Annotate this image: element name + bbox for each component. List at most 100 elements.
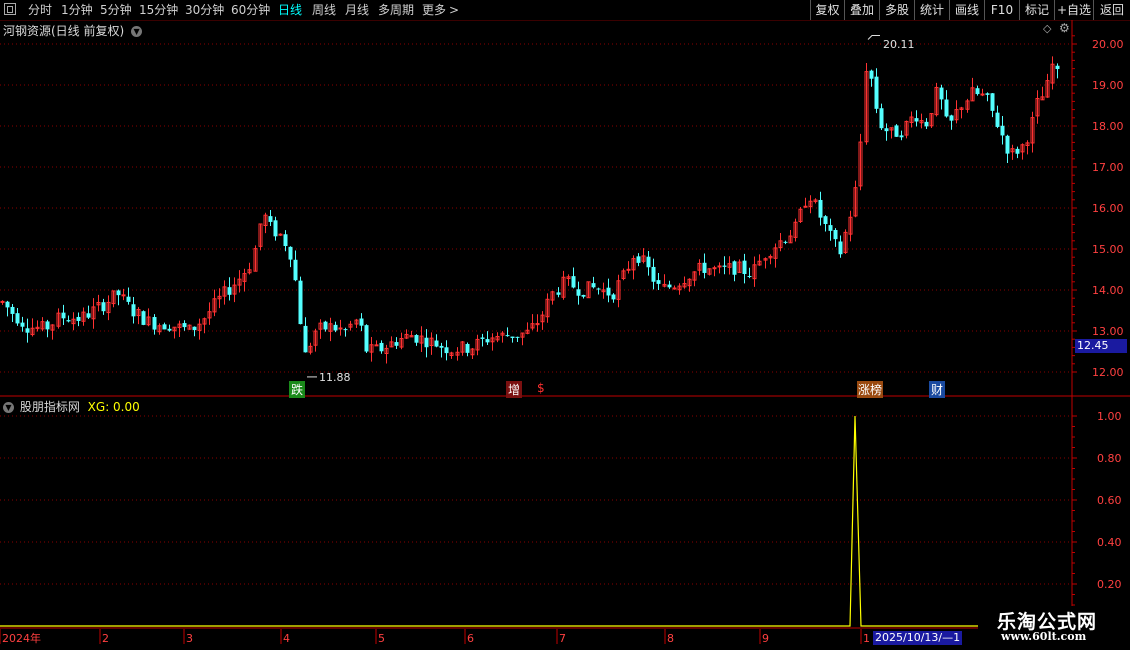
candle-body [480,337,485,339]
time-tick-label: 6 [467,632,474,645]
candle [611,293,616,303]
candle-body [672,287,677,290]
candle [439,342,444,358]
candle [96,294,101,312]
time-tick-label: 3 [186,632,193,645]
candle-body [283,234,288,247]
candle [581,294,586,299]
candle [20,316,25,332]
candle [904,120,909,139]
candle-body [636,256,641,263]
candle [247,262,252,275]
candle [540,311,545,330]
candle [449,351,454,359]
time-tick-label: 2 [102,632,109,645]
candle [954,100,959,124]
time-tick-label: 1 [863,632,870,645]
candle-body [626,268,631,271]
candle [343,327,348,337]
marker-fall[interactable]: 跌 [289,381,306,398]
candle [177,320,182,337]
candle [970,77,975,102]
candle [30,318,35,337]
candle [697,259,702,276]
candle [429,332,434,355]
candle [732,260,737,282]
price-tick-label: 20.00 [1092,38,1124,51]
candle-body [611,294,616,300]
candle [515,336,520,342]
time-tick-label: 8 [667,632,674,645]
candle [495,332,500,343]
candle [313,328,318,352]
candle [76,312,81,327]
candle [116,289,121,306]
candle-body [717,265,722,268]
candle [550,290,555,305]
high-pointer [867,34,880,40]
candle [783,240,788,245]
candle [545,293,550,323]
marker-increase[interactable]: 增 [506,381,523,398]
candle [858,133,863,191]
candle [818,191,823,226]
candle-body [869,70,874,79]
candle-body [828,225,833,231]
candle [621,268,626,281]
candle-body [444,347,449,354]
candle-body [192,326,197,331]
marker-top-list[interactable]: 涨榜 [857,381,884,398]
candle-body [162,324,167,330]
candle [0,300,5,305]
candle [949,114,954,130]
candle [40,317,45,332]
candle [737,259,742,274]
candle-body [990,93,995,111]
candle [455,347,460,361]
indicator-chevron-icon[interactable]: ▼ [3,402,14,413]
candle [510,336,515,343]
candle [61,304,66,326]
candle-body [712,267,717,270]
candle-body [899,135,904,138]
candle [757,254,762,266]
kline-chart[interactable]: 20.00 19.00 18.00 17.00 16.00 15.00 14.00 13.00… [0,0,1130,650]
candle-body [439,345,444,348]
candle-body [268,216,273,222]
time-tick-label: 2024年 [2,631,41,645]
diamond-icon[interactable]: ◇ [1043,22,1051,35]
candle [1025,140,1030,155]
candle [101,298,106,315]
candle [985,92,990,102]
candle-body [10,306,15,314]
candle [596,287,601,295]
candle [556,287,561,298]
candle [722,256,727,275]
time-tick-label: 7 [559,632,566,645]
candle-body [732,261,737,275]
candle [939,84,944,110]
candle-body [0,300,5,303]
candle-body [121,294,126,297]
grid-lines [0,20,1130,629]
candle-body [364,325,369,352]
candle [662,274,667,288]
chevron-down-icon[interactable]: ▼ [131,26,143,37]
marker-finance[interactable]: 财 [929,381,946,398]
candle-body [485,339,490,343]
candle-body [131,304,136,317]
candle-body [833,229,838,240]
candle [379,340,384,354]
candle-body [414,335,419,343]
candle [1015,146,1020,159]
settings-gear-icon[interactable]: ⚙ [1059,21,1070,35]
candle-body [303,325,308,353]
candle [212,289,217,317]
candle [485,331,490,345]
marker-dollar[interactable]: $ [537,381,545,395]
candle-body [338,327,343,330]
candle [434,334,439,348]
candle [283,230,288,252]
indicator-panel: 1.00 0.80 0.60 0.40 0.20 [0,410,1122,627]
candle [848,210,853,242]
